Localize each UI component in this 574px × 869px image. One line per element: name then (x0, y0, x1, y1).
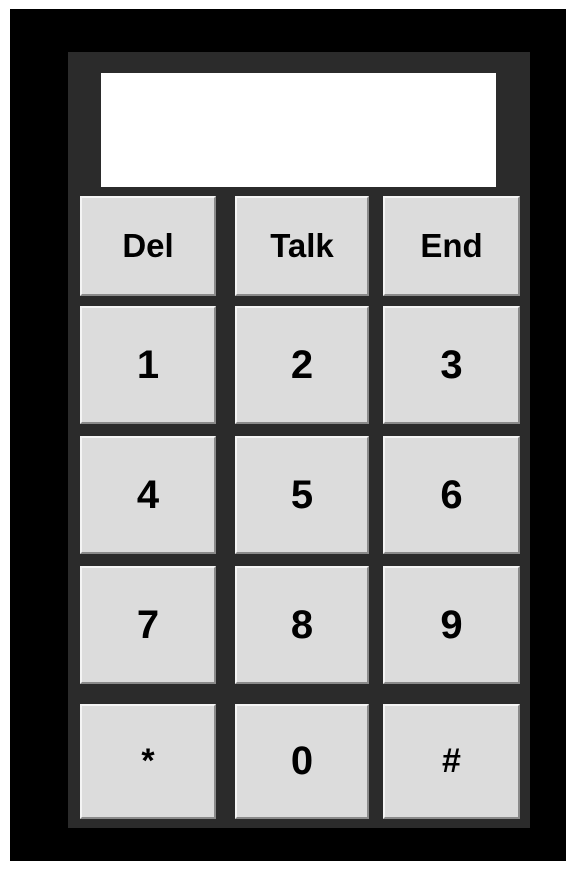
key-9-button[interactable]: 9 (383, 566, 520, 684)
key-1-button[interactable]: 1 (80, 306, 216, 424)
key-0-button[interactable]: 0 (235, 704, 369, 819)
key-4-button[interactable]: 4 (80, 436, 216, 554)
phone-keypad-panel: Del Talk End 1 2 3 4 5 6 7 8 9 * 0 # (68, 52, 530, 828)
key-7-button[interactable]: 7 (80, 566, 216, 684)
end-button[interactable]: End (383, 196, 520, 296)
talk-button[interactable]: Talk (235, 196, 369, 296)
del-button[interactable]: Del (80, 196, 216, 296)
phone-window: Del Talk End 1 2 3 4 5 6 7 8 9 * 0 # (10, 9, 566, 861)
key-3-button[interactable]: 3 (383, 306, 520, 424)
key-2-button[interactable]: 2 (235, 306, 369, 424)
key-star-button[interactable]: * (80, 704, 216, 819)
key-5-button[interactable]: 5 (235, 436, 369, 554)
key-hash-button[interactable]: # (383, 704, 520, 819)
key-6-button[interactable]: 6 (383, 436, 520, 554)
number-display[interactable] (101, 73, 496, 187)
key-8-button[interactable]: 8 (235, 566, 369, 684)
